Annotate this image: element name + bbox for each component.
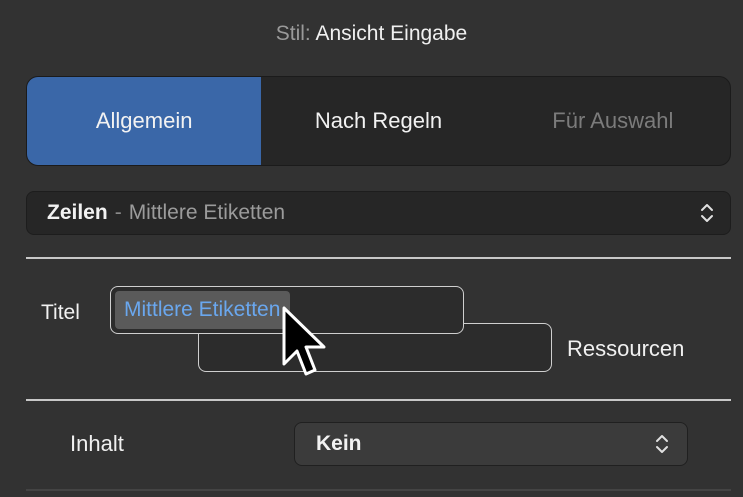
segment-nach-regeln[interactable]: Nach Regeln: [261, 77, 495, 165]
style-header: Stil: Ansicht Eingabe: [0, 22, 743, 46]
row-type-popup[interactable]: Zeilen - Mittlere Etiketten: [26, 191, 731, 235]
segment-allgemein[interactable]: Allgemein: [27, 77, 262, 165]
inhalt-label: Inhalt: [70, 431, 124, 456]
inhalt-selected: Kein: [316, 432, 362, 455]
up-down-chevron-icon: [701, 204, 713, 222]
style-label: Stil:: [275, 22, 311, 45]
bottom-divider: [26, 489, 731, 491]
segmented-control: Allgemein Nach Regeln Für Auswahl: [26, 76, 731, 166]
up-down-chevron-icon: [656, 435, 668, 453]
row-type-main: Zeilen: [47, 201, 108, 224]
titel-label: Titel: [41, 301, 80, 324]
inhalt-popup[interactable]: Kein: [294, 422, 688, 466]
style-value: Ansicht Eingabe: [315, 22, 468, 45]
row-type-sub: Mittlere Etiketten: [128, 201, 286, 224]
mouse-pointer-icon: [282, 306, 326, 376]
divider-bottom: [26, 399, 731, 401]
inspector-panel: Stil: Ansicht Eingabe Allgemein Nach Reg…: [0, 0, 743, 497]
ressourcen-label: Ressourcen: [567, 336, 685, 361]
titel-field-value: Mittlere Etiketten: [124, 298, 281, 321]
row-type-separator: -: [114, 201, 122, 224]
segment-fuer-auswahl[interactable]: Für Auswahl: [496, 77, 730, 165]
divider-top: [26, 257, 731, 259]
